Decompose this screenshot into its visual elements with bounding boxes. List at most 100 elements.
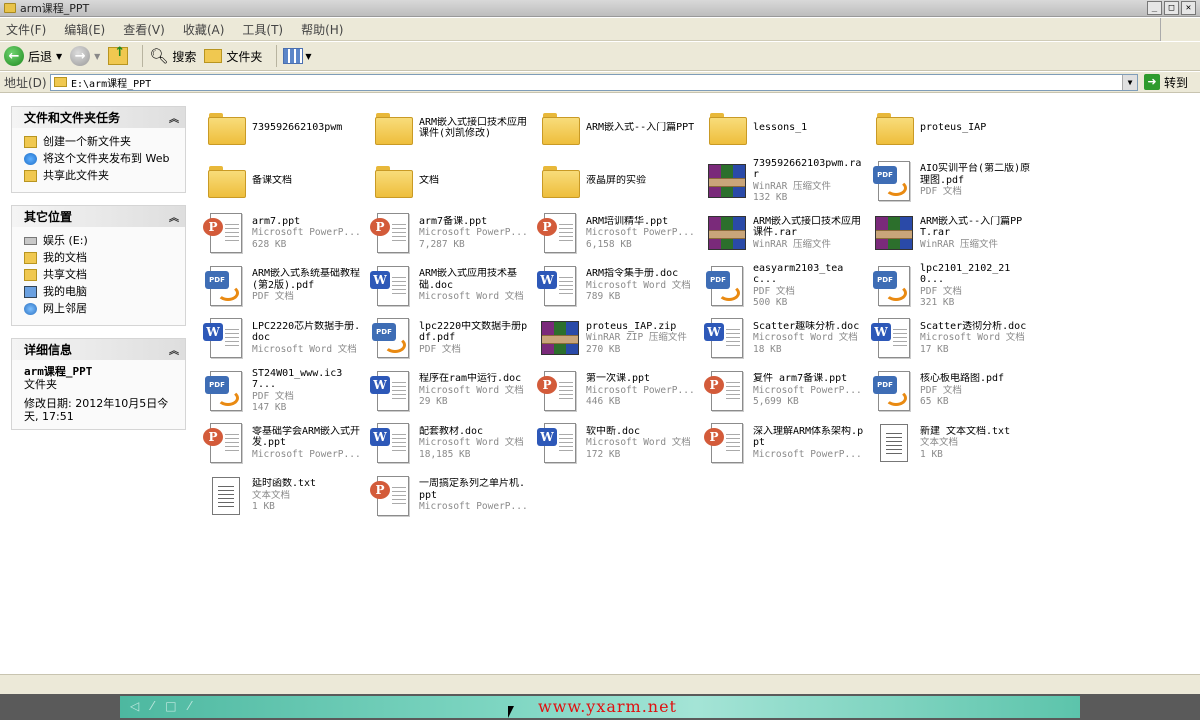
file-item[interactable]: 739592662103pwm.rar WinRAR 压缩文件 132 KB [704, 155, 871, 207]
menu-favorites[interactable]: 收藏(A) [183, 21, 225, 38]
address-label: 地址(D) [4, 75, 47, 90]
task-new-folder[interactable]: 创建一个新文件夹 [24, 135, 177, 148]
details-header[interactable]: 详细信息 ︽ [12, 339, 185, 360]
file-item[interactable]: PDF lpc2101_2102_210... PDF 文档 321 KB [871, 260, 1038, 312]
file-item[interactable]: PDF ST24W01_www.ic37... PDF 文档 147 KB [203, 365, 370, 417]
file-item[interactable]: P 第一次课.ppt Microsoft PowerP... 446 KB [537, 365, 704, 417]
file-item[interactable]: ARM嵌入式--入门篇PPT [537, 102, 704, 154]
folders-label: 文件夹 [226, 49, 263, 64]
file-info: 配套教材.doc Microsoft Word 文档 18,185 KB [419, 426, 531, 461]
collapse-icon[interactable]: ︽ [169, 110, 179, 125]
file-size: 29 KB [419, 396, 448, 408]
file-item[interactable]: PDF 核心板电路图.pdf PDF 文档 65 KB [871, 365, 1038, 417]
folders-button[interactable]: 文件夹 [204, 48, 262, 65]
network-icon [24, 303, 37, 315]
address-field[interactable]: E:\arm课程_PPT ▼ [50, 73, 1138, 91]
file-size: 65 KB [920, 396, 949, 408]
file-name: 延时函数.txt [252, 478, 317, 490]
chevron-down-icon[interactable]: ▼ [94, 52, 100, 61]
collapse-icon[interactable]: ︽ [169, 342, 179, 357]
place-my-documents[interactable]: 我的文档 [24, 251, 177, 264]
file-item[interactable]: proteus_IAP [871, 102, 1038, 154]
close-button[interactable]: ✕ [1181, 1, 1196, 15]
back-label: 后退 [28, 49, 53, 64]
file-item[interactable]: lessons_1 [704, 102, 871, 154]
rar-archive-icon [704, 210, 750, 256]
place-drive-e[interactable]: 娱乐 (E:) [24, 234, 177, 247]
file-item[interactable]: PDF ARM嵌入式系统基础教程(第2版).pdf PDF 文档 [203, 260, 370, 312]
task-publish-web[interactable]: 将这个文件夹发布到 Web [24, 152, 177, 165]
file-item[interactable]: 延时函数.txt 文本文档 1 KB [203, 470, 370, 522]
file-item[interactable]: P 一周搞定系列之单片机.ppt Microsoft PowerP... [370, 470, 537, 522]
file-item[interactable]: W Scatter透彻分析.doc Microsoft Word 文档 17 KB [871, 312, 1038, 364]
go-button[interactable]: ➜ 转到 [1144, 74, 1188, 91]
forward-button[interactable]: → ▼ [70, 46, 100, 66]
file-item[interactable]: P 深入理解ARM体系架构.ppt Microsoft PowerP... [704, 417, 871, 469]
file-size: 500 KB [753, 297, 788, 308]
search-button[interactable]: 🔍︎ 搜索 [149, 47, 196, 65]
file-item[interactable]: PDF AIO实训平台(第二版)原理图.pdf PDF 文档 [871, 155, 1038, 207]
file-item[interactable]: 备课文档 [203, 155, 370, 207]
collapse-icon[interactable]: ︽ [169, 209, 179, 224]
menu-tools[interactable]: 工具(T) [242, 21, 283, 38]
file-item[interactable]: P 复件 arm7备课.ppt Microsoft PowerP... 5,699 K… [704, 365, 871, 417]
file-item[interactable]: ARM嵌入式--入门篇PPT.rar WinRAR 压缩文件 [871, 207, 1038, 259]
file-item[interactable]: 新建 文本文档.txt 文本文档 1 KB [871, 417, 1038, 469]
menu-view[interactable]: 查看(V) [123, 21, 165, 38]
file-type: WinRAR ZIP 压缩文件 [586, 332, 687, 344]
file-item[interactable]: P 零基础学会ARM嵌入式开发.ppt Microsoft PowerP... [203, 417, 370, 469]
ppt-file-icon: P [370, 210, 416, 256]
file-item[interactable]: W ARM嵌入式应用技术基础.doc Microsoft Word 文档 [370, 260, 537, 312]
file-name: easyarm2103_teac... [753, 262, 844, 286]
task-share-folder[interactable]: 共享此文件夹 [24, 169, 177, 182]
file-item[interactable]: W ARM指令集手册.doc Microsoft Word 文档 789 KB [537, 260, 704, 312]
file-name: 核心板电路图.pdf [920, 373, 1005, 385]
address-dropdown-button[interactable]: ▼ [1122, 74, 1137, 90]
file-type: Microsoft PowerP... [419, 227, 528, 239]
minimize-button[interactable]: _ [1147, 1, 1162, 15]
place-shared-documents[interactable]: 共享文档 [24, 268, 177, 281]
file-item[interactable]: W Scatter趣味分析.doc Microsoft Word 文档 18 KB [704, 312, 871, 364]
file-item[interactable]: Parm7.ppt Microsoft PowerP... 628 KB [203, 207, 370, 259]
back-button[interactable]: ← 后退 ▼ [4, 46, 62, 66]
file-item[interactable]: proteus_IAP.zip WinRAR ZIP 压缩文件 270 KB [537, 312, 704, 364]
file-item[interactable]: PDF lpc2220中文数据手册pdf.pdf PDF 文档 [370, 312, 537, 364]
place-network[interactable]: 网上邻居 [24, 302, 177, 315]
up-folder-button[interactable]: ↑ [108, 45, 129, 65]
views-button[interactable]: ▼ [283, 48, 312, 64]
file-item[interactable]: 739592662103pwm [203, 102, 370, 154]
file-item[interactable]: W LPC2220芯片数据手册.doc Microsoft Word 文档 [203, 312, 370, 364]
chevron-down-icon[interactable]: ▼ [56, 52, 62, 61]
file-item[interactable]: PDF easyarm2103_teac... PDF 文档 500 KB [704, 260, 871, 312]
other-places-header[interactable]: 其它位置 ︽ [12, 206, 185, 227]
file-name: Scatter趣味分析.doc [753, 320, 860, 332]
file-item[interactable]: 文档 [370, 155, 537, 207]
folders-icon [204, 49, 223, 63]
go-arrow-icon: ➜ [1144, 74, 1160, 90]
video-strip: ◁⁄□⁄ www.yxarm.net [120, 696, 1080, 718]
file-item[interactable]: W 程序在ram中运行.doc Microsoft Word 文档 29 KB [370, 365, 537, 417]
file-item[interactable]: ARM嵌入式接口技术应用课件.rar WinRAR 压缩文件 [704, 207, 871, 259]
file-item[interactable]: P ARM培训精华.ppt Microsoft PowerP... 6,158 KB [537, 207, 704, 259]
details-title: 详细信息 [24, 343, 73, 357]
task-label: 创建一个新文件夹 [43, 135, 131, 148]
file-size: 1 KB [252, 501, 275, 513]
ppt-file-icon: P [704, 368, 750, 414]
file-item[interactable]: W 配套教材.doc Microsoft Word 文档 18,185 KB [370, 417, 537, 469]
word-file-icon: W [203, 315, 249, 361]
pdf-file-icon: PDF [203, 263, 249, 309]
place-my-computer[interactable]: 我的电脑 [24, 285, 177, 298]
maximize-button[interactable]: □ [1164, 1, 1179, 15]
file-tasks-header[interactable]: 文件和文件夹任务 ︽ [12, 107, 185, 128]
text-file-icon [871, 420, 917, 466]
file-item[interactable]: ARM嵌入式接口技术应用课件(刘凯修改) [370, 102, 537, 154]
menu-edit[interactable]: 编辑(E) [64, 21, 105, 38]
menu-help[interactable]: 帮助(H) [301, 21, 343, 38]
ppt-file-icon: P [537, 368, 583, 414]
file-item[interactable]: 液晶屏的实验 [537, 155, 704, 207]
file-item[interactable]: W 软中断.doc Microsoft Word 文档 172 KB [537, 417, 704, 469]
file-size: 7,287 KB [419, 238, 465, 250]
file-name: 第一次课.ppt [586, 373, 651, 385]
file-item[interactable]: Parm7备课.ppt Microsoft PowerP... 7,287 KB [370, 207, 537, 259]
menu-file[interactable]: 文件(F) [6, 21, 46, 38]
